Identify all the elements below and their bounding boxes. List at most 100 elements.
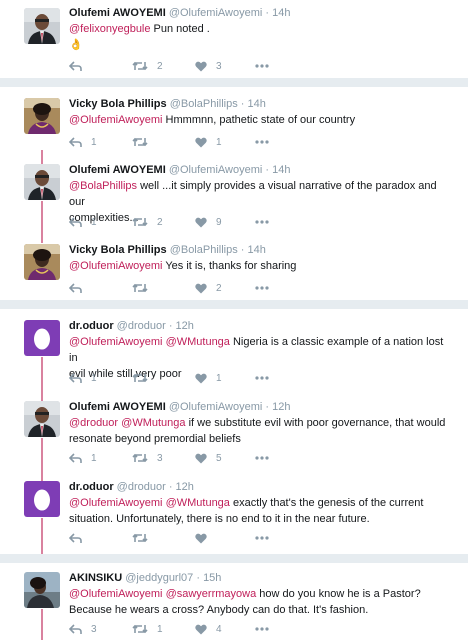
avatar[interactable] xyxy=(24,164,60,200)
like-button[interactable] xyxy=(195,531,216,545)
retweet-button[interactable]: 3 xyxy=(132,451,163,465)
author-handle[interactable]: @OlufemiAwoyemi xyxy=(169,401,263,413)
reply-button[interactable] xyxy=(69,531,91,545)
like-button[interactable]: 1 xyxy=(195,135,222,149)
tweet[interactable]: Olufemi AWOYEMI @OlufemiAwoyemi · 14h @f… xyxy=(0,0,468,78)
avatar[interactable] xyxy=(24,572,60,608)
mention-link[interactable]: @BolaPhillips xyxy=(69,180,137,192)
more-icon xyxy=(255,140,269,144)
retweet-button[interactable]: 2 xyxy=(132,215,163,229)
timestamp[interactable]: 14h xyxy=(272,7,290,19)
reply-button[interactable]: 1 xyxy=(69,215,97,229)
avatar[interactable] xyxy=(24,320,60,356)
tweet[interactable]: Olufemi AWOYEMI @OlufemiAwoyemi · 14h @B… xyxy=(0,157,468,235)
tweet[interactable]: AKINSIKU @jeddygurl07 · 15h @OlufemiAwoy… xyxy=(0,563,468,640)
more-button[interactable] xyxy=(255,281,269,295)
mention-link[interactable]: @WMutunga xyxy=(166,336,230,348)
author-name[interactable]: dr.oduor xyxy=(69,481,114,493)
author-name[interactable]: Vicky Bola Phillips xyxy=(69,98,167,110)
author-handle[interactable]: @droduor xyxy=(117,320,166,332)
retweet-icon xyxy=(132,136,148,148)
more-button[interactable] xyxy=(255,622,269,636)
retweet-button[interactable] xyxy=(132,371,157,385)
author-name[interactable]: Olufemi AWOYEMI xyxy=(69,164,166,176)
reply-icon xyxy=(69,216,82,228)
author-handle[interactable]: @BolaPhillips xyxy=(170,244,238,256)
timestamp[interactable]: 12h xyxy=(176,481,194,493)
mention-link[interactable]: @OlufemiAwoyemi xyxy=(69,336,163,348)
tweet-text-line1: Yes it is, thanks for sharing xyxy=(162,260,297,272)
author-handle[interactable]: @jeddygurl07 xyxy=(125,572,193,584)
timestamp[interactable]: 14h xyxy=(272,164,290,176)
reply-button[interactable]: 1 xyxy=(69,451,97,465)
author-handle[interactable]: @OlufemiAwoyemi xyxy=(169,164,263,176)
tweet[interactable]: Olufemi AWOYEMI @OlufemiAwoyemi · 12h @d… xyxy=(0,392,468,472)
like-count: 3 xyxy=(216,60,222,72)
author-name[interactable]: Vicky Bola Phillips xyxy=(69,244,167,256)
mention-link[interactable]: @felixonyegbule xyxy=(69,23,151,35)
tweet[interactable]: Vicky Bola Phillips @BolaPhillips · 14h … xyxy=(0,236,468,300)
avatar[interactable] xyxy=(24,8,60,44)
mention-link[interactable]: @WMutunga xyxy=(121,417,185,429)
mention-link[interactable]: @sawyerrmayowa xyxy=(166,588,257,600)
reply-count: 1 xyxy=(91,372,97,384)
author-handle[interactable]: @droduor xyxy=(117,481,166,493)
mention-link[interactable]: @WMutunga xyxy=(166,497,230,509)
mention-link[interactable]: @OlufemiAwoyemi xyxy=(69,260,163,272)
tweet-text-line1: Hmmmnn, pathetic state of our country xyxy=(162,114,356,126)
tweet[interactable]: dr.oduor @droduor · 12h @OlufemiAwoyemi … xyxy=(0,309,468,391)
reply-button[interactable] xyxy=(69,59,91,73)
like-count: 5 xyxy=(216,452,222,464)
timestamp[interactable]: 15h xyxy=(203,572,221,584)
tweet[interactable]: Vicky Bola Phillips @BolaPhillips · 14h … xyxy=(0,87,468,157)
like-button[interactable]: 1 xyxy=(195,371,222,385)
more-button[interactable] xyxy=(255,371,269,385)
tweet-header: Olufemi AWOYEMI @OlufemiAwoyemi · 12h xyxy=(69,401,290,413)
mention-link[interactable]: @OlufemiAwoyemi xyxy=(69,588,163,600)
more-button[interactable] xyxy=(255,59,269,73)
reply-button[interactable] xyxy=(69,281,91,295)
like-button[interactable]: 5 xyxy=(195,451,222,465)
tweet[interactable]: dr.oduor @droduor · 12h @OlufemiAwoyemi … xyxy=(0,473,468,554)
more-button[interactable] xyxy=(255,135,269,149)
like-button[interactable]: 4 xyxy=(195,622,222,636)
timestamp[interactable]: 14h xyxy=(248,98,266,110)
mention-link[interactable]: @OlufemiAwoyemi xyxy=(69,497,163,509)
like-button[interactable]: 2 xyxy=(195,281,222,295)
avatar[interactable] xyxy=(24,401,60,437)
retweet-button[interactable]: 1 xyxy=(132,622,163,636)
more-icon xyxy=(255,286,269,290)
more-button[interactable] xyxy=(255,215,269,229)
timestamp[interactable]: 12h xyxy=(176,320,194,332)
avatar[interactable] xyxy=(24,98,60,134)
retweet-button[interactable] xyxy=(132,135,157,149)
author-name[interactable]: Olufemi AWOYEMI xyxy=(69,401,166,413)
timestamp[interactable]: 14h xyxy=(248,244,266,256)
retweet-icon xyxy=(132,60,148,72)
more-button[interactable] xyxy=(255,531,269,545)
author-handle[interactable]: @BolaPhillips xyxy=(170,98,238,110)
mention-link[interactable]: @OlufemiAwoyemi xyxy=(69,114,163,126)
reply-icon xyxy=(69,136,82,148)
author-name[interactable]: AKINSIKU xyxy=(69,572,122,584)
reply-button[interactable]: 1 xyxy=(69,135,97,149)
like-button[interactable]: 9 xyxy=(195,215,222,229)
retweet-button[interactable] xyxy=(132,531,157,545)
mention-link[interactable]: @droduor xyxy=(69,417,118,429)
reply-count: 3 xyxy=(91,623,97,635)
time-separator: · xyxy=(262,401,273,413)
more-button[interactable] xyxy=(255,451,269,465)
tweet-text-line1: Pun noted . xyxy=(150,23,210,35)
like-button[interactable]: 3 xyxy=(195,59,222,73)
timestamp[interactable]: 12h xyxy=(272,401,290,413)
reply-button[interactable]: 3 xyxy=(69,622,97,636)
avatar[interactable] xyxy=(24,481,60,517)
retweet-button[interactable]: 2 xyxy=(132,59,163,73)
author-handle[interactable]: @OlufemiAwoyemi xyxy=(169,7,263,19)
reply-button[interactable]: 1 xyxy=(69,371,97,385)
avatar[interactable] xyxy=(24,244,60,280)
retweet-button[interactable] xyxy=(132,281,157,295)
retweet-count: 1 xyxy=(157,623,163,635)
author-name[interactable]: dr.oduor xyxy=(69,320,114,332)
author-name[interactable]: Olufemi AWOYEMI xyxy=(69,7,166,19)
